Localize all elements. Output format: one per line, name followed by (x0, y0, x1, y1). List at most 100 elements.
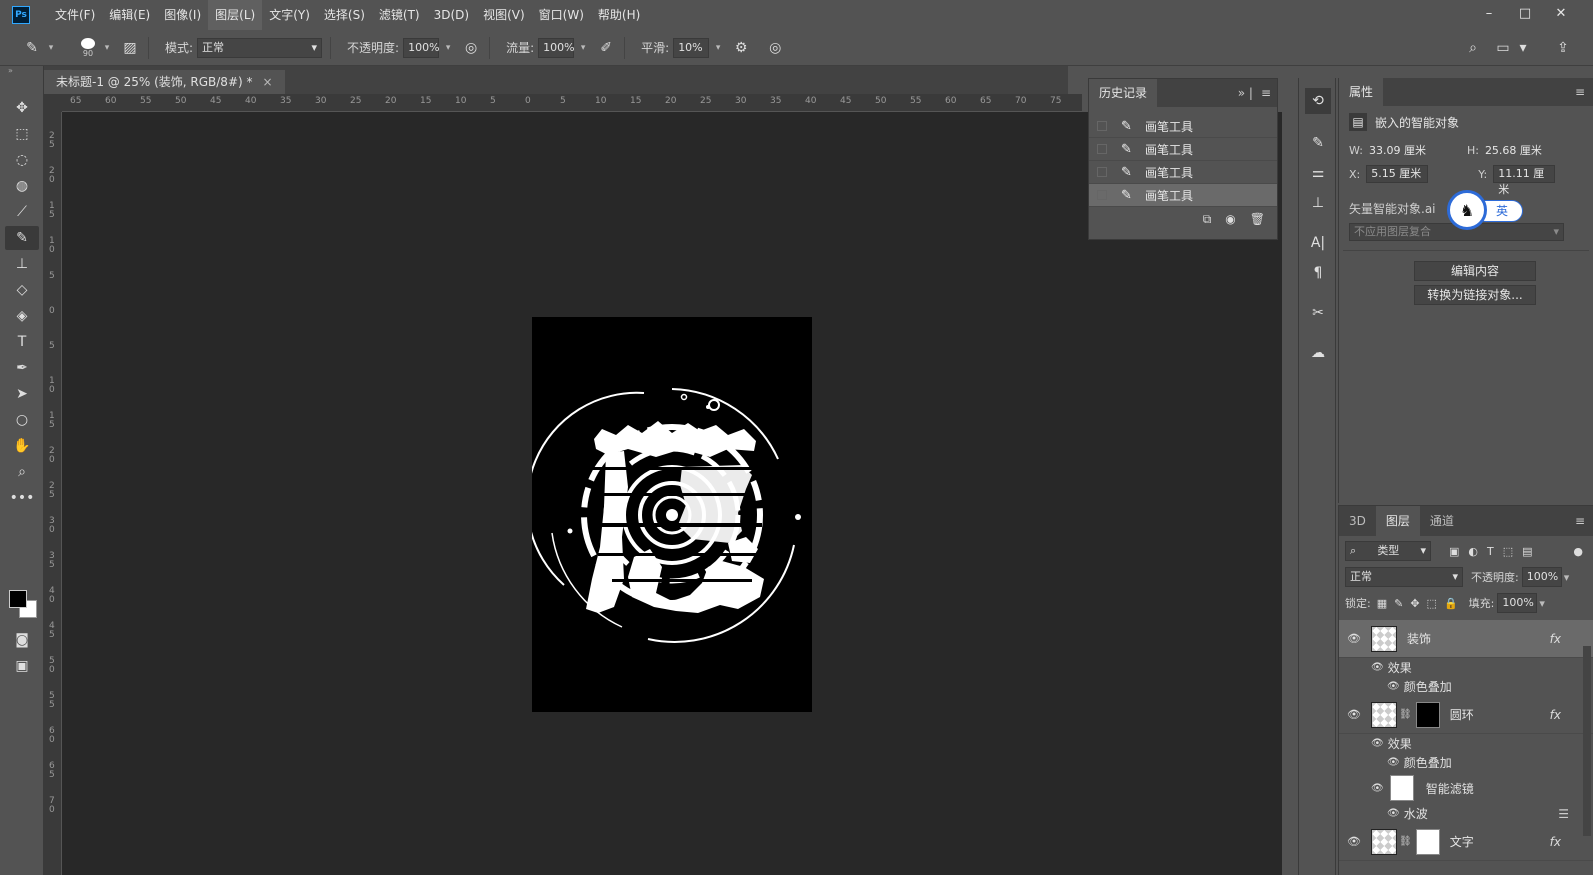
layer-row-text[interactable]: 👁 ⛓ 文字 fx (1339, 823, 1593, 861)
type-tool-icon[interactable]: T (5, 330, 39, 354)
brush-settings-panel-icon[interactable]: ✎ (1305, 130, 1331, 156)
menu-layer[interactable]: 图层(L) (208, 0, 263, 30)
close-icon[interactable]: × (263, 70, 273, 94)
eye-icon[interactable]: 👁 (1339, 708, 1369, 721)
eye-icon[interactable]: 👁 (1371, 738, 1384, 749)
camera-icon[interactable]: ◉ (1225, 212, 1235, 226)
opacity-input[interactable]: 100% (403, 37, 440, 58)
screen-mode-icon[interactable]: ▣ (5, 654, 39, 678)
filter-type-icons[interactable]: ▣◐T⬚▤ (1449, 545, 1542, 558)
pressure-opacity-icon[interactable]: ◎ (461, 38, 481, 58)
convert-to-linked-button[interactable]: 转换为链接对象... (1414, 285, 1536, 305)
edit-contents-button[interactable]: 编辑内容 (1414, 261, 1536, 281)
history-panel-icon[interactable]: ⟲ (1305, 88, 1331, 114)
filter-mask-thumbnail[interactable] (1415, 701, 1440, 728)
smart-filter-mask[interactable] (1389, 775, 1414, 801)
chevron-down-icon[interactable]: ▾ (711, 43, 725, 53)
libraries-icon[interactable]: ☁ (1305, 340, 1331, 366)
y-input[interactable]: 11.11 厘米 (1493, 165, 1556, 196)
fx-icon[interactable]: fx (1550, 632, 1561, 646)
adjustments-panel-icon[interactable]: ⚌ (1305, 160, 1331, 186)
menu-edit[interactable]: 编辑(E) (102, 0, 157, 30)
smart-filter-row[interactable]: 👁 智能滤镜 (1339, 772, 1593, 804)
effect-row[interactable]: 👁 颜色叠加 (1339, 753, 1593, 772)
pen-tool-icon[interactable]: ✒ (5, 356, 39, 380)
eye-icon[interactable]: 👁 (1371, 783, 1384, 794)
menu-select[interactable]: 选择(S) (317, 0, 372, 30)
move-tool-icon[interactable]: ✥ (5, 96, 39, 120)
trash-icon[interactable]: 🗑 (1250, 212, 1265, 226)
chevron-down-icon[interactable]: ▾ (441, 43, 455, 53)
effects-row[interactable]: 👁 效果 (1339, 734, 1593, 753)
layer-row-ring[interactable]: 👁 ⛓ 圆环 fx (1339, 696, 1593, 734)
stamp-tool-icon[interactable]: ⊥ (5, 252, 39, 276)
paint-bucket-tool-icon[interactable]: ◈ (5, 304, 39, 328)
link-icon[interactable]: ⛓ (1399, 709, 1412, 720)
character-panel-icon[interactable]: A| (1305, 230, 1331, 256)
chevron-down-icon[interactable]: ▾ (44, 43, 58, 53)
history-item[interactable]: ✎ 画笔工具 (1089, 161, 1277, 184)
filter-options-icon[interactable]: ☰ (1558, 807, 1569, 821)
snapshot-checkbox[interactable] (1097, 144, 1107, 154)
close-window-button[interactable]: ✕ (1543, 6, 1579, 21)
clone-source-panel-icon[interactable]: ⊥ (1305, 190, 1331, 216)
smoothing-input[interactable]: 10% (673, 37, 710, 58)
menu-window[interactable]: 窗口(W) (532, 0, 591, 30)
menu-image[interactable]: 图像(I) (157, 0, 208, 30)
zoom-tool-icon[interactable]: ⌕ (5, 460, 39, 484)
document-tab[interactable]: 未标题-1 @ 25% (装饰, RGB/8#) * × (44, 70, 285, 94)
eye-icon[interactable]: 👁 (1371, 662, 1384, 673)
fx-icon[interactable]: fx (1550, 835, 1561, 849)
filter-row[interactable]: 👁 水波 ☰ (1339, 804, 1593, 823)
quick-select-tool-icon[interactable]: ◍ (5, 174, 39, 198)
x-input[interactable]: 5.15 厘米 (1366, 165, 1429, 183)
menu-view[interactable]: 视图(V) (476, 0, 532, 30)
panel-menu-icon[interactable]: ≡ (1261, 86, 1271, 100)
foreground-color-swatch[interactable] (9, 590, 27, 608)
menu-type[interactable]: 文字(Y) (262, 0, 317, 30)
maximize-button[interactable]: □ (1507, 6, 1543, 21)
snapshot-checkbox[interactable] (1097, 167, 1107, 177)
new-document-from-state-icon[interactable]: ⧉ (1203, 212, 1212, 227)
ellipse-tool-icon[interactable]: ○ (5, 408, 39, 432)
path-select-tool-icon[interactable]: ➤ (5, 382, 39, 406)
paragraph-panel-icon[interactable]: ¶ (1305, 260, 1331, 286)
expand-icon[interactable]: » | (1238, 86, 1253, 100)
gear-icon[interactable]: ⚙ (731, 38, 751, 58)
tool-presets-icon[interactable]: ✂ (1305, 300, 1331, 326)
chevron-down-icon[interactable]: ▾ (1513, 38, 1533, 58)
layer-opacity-input[interactable]: 100% (1521, 567, 1562, 587)
chevron-down-icon[interactable]: ▾ (1539, 597, 1545, 610)
layer-name[interactable]: 圆环 (1450, 706, 1474, 723)
fx-icon[interactable]: fx (1550, 708, 1561, 722)
collapse-icon[interactable]: » (0, 66, 43, 76)
layer-name[interactable]: 文字 (1450, 833, 1474, 850)
snapshot-checkbox[interactable] (1097, 121, 1107, 131)
pressure-size-icon[interactable]: ◎ (765, 38, 785, 58)
eye-icon[interactable]: 👁 (1387, 681, 1400, 692)
tab-3d[interactable]: 3D (1339, 506, 1376, 536)
eraser-tool-icon[interactable]: ◇ (5, 278, 39, 302)
eye-icon[interactable]: 👁 (1339, 632, 1369, 645)
history-item[interactable]: ✎ 画笔工具 (1089, 138, 1277, 161)
ruler-vertical[interactable]: 2 5 2 0 1 5 1 0 5 0 5 1 0 1 5 2 0 2 5 3 0 3 5 4 0 4 5 5… (44, 112, 62, 875)
lock-icons[interactable]: ▦✎✥⬚🔒 (1377, 597, 1465, 610)
panel-menu-icon[interactable]: ≡ (1575, 85, 1585, 99)
menu-file[interactable]: 文件(F) (48, 0, 102, 30)
chevron-down-icon[interactable]: ▾ (100, 43, 114, 53)
menu-help[interactable]: 帮助(H) (591, 0, 647, 30)
tab-channels[interactable]: 通道 (1420, 506, 1464, 536)
lasso-tool-icon[interactable]: ◌ (5, 148, 39, 172)
brush-size-picker[interactable]: 90 (78, 37, 98, 58)
brush-preset-icon[interactable]: ✎ (22, 38, 42, 58)
eyedropper-tool-icon[interactable]: ⟋ (5, 200, 39, 224)
minimize-button[interactable]: – (1471, 6, 1507, 21)
chevron-down-icon[interactable]: ▾ (576, 43, 590, 53)
chevron-down-icon[interactable]: ▾ (1564, 571, 1570, 584)
brush-tool-icon[interactable]: ✎ (5, 226, 39, 250)
quick-mask-icon[interactable]: ◙ (5, 628, 39, 652)
panel-menu-icon[interactable]: ≡ (1575, 514, 1585, 528)
hand-tool-icon[interactable]: ✋ (5, 434, 39, 458)
eye-icon[interactable]: 👁 (1339, 835, 1369, 848)
filter-toggle-icon[interactable]: ● (1573, 545, 1583, 558)
